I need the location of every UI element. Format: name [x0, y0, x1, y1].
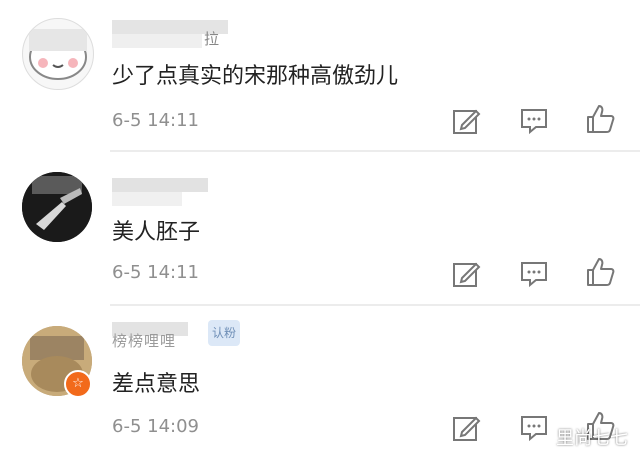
username-fragment: 拉: [204, 30, 221, 48]
username-blurred: [112, 192, 182, 206]
comment-time: 6-5 14:11: [112, 110, 199, 131]
edit-icon[interactable]: [450, 412, 482, 444]
verified-badge-icon: ☆: [64, 370, 92, 398]
like-icon[interactable]: [584, 103, 616, 135]
edit-icon[interactable]: [450, 258, 482, 290]
comment-item: ☆ 榜榜哩哩 认粉 差点意思 6-5 14:09: [0, 306, 640, 464]
comment-text: 美人胚子: [112, 220, 201, 245]
comment-icon[interactable]: [518, 412, 550, 444]
username-blurred[interactable]: [112, 178, 208, 192]
username-fragment: 榜榜哩哩: [112, 332, 177, 350]
watermark: 里尚七七: [556, 428, 628, 449]
user-avatar[interactable]: [22, 18, 94, 90]
comment-text: 差点意思: [112, 372, 201, 397]
comment-item: 美人胚子 6-5 14:11: [0, 152, 640, 304]
comment-icon[interactable]: [518, 258, 550, 290]
comment-time: 6-5 14:11: [112, 262, 199, 283]
fan-badge[interactable]: 认粉: [208, 320, 241, 346]
comment-text: 少了点真实的宋那种高傲劲儿: [112, 64, 399, 89]
edit-icon[interactable]: [450, 105, 482, 137]
comment-item: 拉 少了点真实的宋那种高傲劲儿 6-5 14:11: [0, 0, 640, 150]
user-avatar[interactable]: [22, 172, 92, 242]
comment-icon[interactable]: [518, 105, 550, 137]
comment-time: 6-5 14:09: [112, 416, 199, 437]
like-icon[interactable]: [584, 256, 616, 288]
username-blurred: [112, 34, 202, 48]
